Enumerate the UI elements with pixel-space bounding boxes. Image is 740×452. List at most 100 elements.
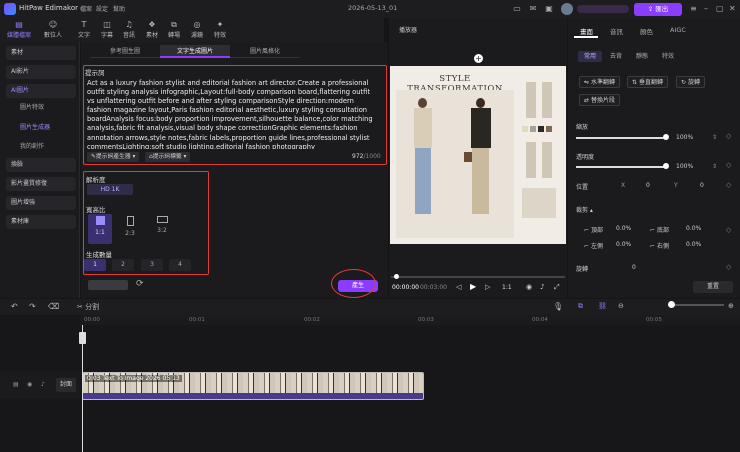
tool-transition[interactable]: ⧉ 轉場 <box>163 19 185 41</box>
rotate-input[interactable]: 0 <box>632 264 636 271</box>
tool-avatar[interactable]: ☺ 數位人 <box>42 19 64 41</box>
export-button[interactable]: ⇪ 匯出 <box>634 3 682 16</box>
volume-icon[interactable]: ♪ <box>540 283 544 291</box>
subtab-remove-bg[interactable]: 去背 <box>604 51 628 62</box>
scale-value[interactable]: 100% <box>676 134 693 141</box>
fullscreen-icon[interactable]: ⤢ <box>554 283 560 292</box>
aspect-3-2[interactable]: 3:2 <box>150 214 174 244</box>
timeline-clip[interactable]: 0:03 Text To Image 2026 05 13 <box>82 372 424 400</box>
x-input[interactable]: 0 <box>646 182 650 189</box>
aspect-2-3[interactable]: 2:3 <box>118 214 142 244</box>
playhead[interactable] <box>82 325 83 452</box>
undo-icon[interactable]: ↶ <box>11 302 18 311</box>
count-4[interactable]: 4 <box>169 259 191 271</box>
tool-media[interactable]: ▤ 媒體檔案 <box>6 19 32 41</box>
tab-picture[interactable]: 畫面 <box>580 26 593 36</box>
track-visible-icon[interactable]: ◉ <box>27 381 32 388</box>
zoom-knob[interactable] <box>668 301 675 308</box>
sidebar-item-image-generator[interactable]: 圖片生成器 <box>6 121 76 135</box>
playhead-handle[interactable] <box>79 332 86 344</box>
tab-color[interactable]: 顏色 <box>640 26 653 36</box>
position-keyframe-icon[interactable]: ◇ <box>726 181 731 189</box>
monitor-icon[interactable]: ▭ <box>512 4 522 14</box>
sidebar-item-my-creations[interactable]: 我的創作 <box>6 140 76 154</box>
cover-button[interactable]: 封面 <box>56 378 76 392</box>
refresh-icon[interactable]: ⟳ <box>136 279 144 289</box>
zoom-out-icon[interactable]: ⊖ <box>618 302 624 310</box>
track-audio-icon[interactable]: ♪ <box>41 381 45 388</box>
opacity-value[interactable]: 100% <box>676 163 693 170</box>
tab-image-stylize[interactable]: 圖片風格化 <box>230 45 300 58</box>
playback-progress[interactable] <box>391 276 565 278</box>
prompt-generator-button[interactable]: ✎提示詞產生器 ▾ <box>87 152 140 162</box>
opacity-keyframe-icon[interactable]: ◇ <box>726 161 731 169</box>
tab-text-to-image[interactable]: 文字生成圖片 <box>160 45 230 58</box>
zoom-slider[interactable] <box>669 304 724 306</box>
sidebar-item-ai-image[interactable]: AI圖片 <box>6 84 76 98</box>
membership-badge[interactable] <box>577 5 629 13</box>
crop-keyframe-icon[interactable]: ◇ <box>726 226 731 234</box>
close-icon[interactable]: ✕ <box>729 4 736 13</box>
count-1[interactable]: 1 <box>84 259 106 271</box>
menu-file[interactable]: 檔案 <box>80 4 92 13</box>
play-icon[interactable]: ▶ <box>470 282 476 291</box>
flip-vertical-button[interactable]: ⇅ 垂直翻轉 <box>627 76 668 88</box>
subtab-common[interactable]: 常用 <box>578 51 602 62</box>
tool-subtitle[interactable]: ◫ 字幕 <box>96 19 118 41</box>
tool-assets[interactable]: ❖ 素材 <box>141 19 163 41</box>
opacity-slider[interactable] <box>576 166 666 168</box>
tab-audio[interactable]: 音訊 <box>610 26 623 36</box>
crop-top-value[interactable]: 0.0% <box>616 225 631 232</box>
scale-knob[interactable] <box>663 134 669 140</box>
rotate-keyframe-icon[interactable]: ◇ <box>726 263 731 271</box>
mic-icon[interactable]: 🎙 <box>553 302 563 311</box>
scale-keyframe-icon[interactable]: ◇ <box>726 132 731 140</box>
crop-right-value[interactable]: 0.0% <box>686 241 701 248</box>
prev-frame-icon[interactable]: ◁ <box>456 283 461 291</box>
scale-stepper-icon[interactable]: ⇕ <box>712 134 717 141</box>
mail-icon[interactable]: ✉ <box>528 4 538 14</box>
crop-label[interactable]: 裁剪 ▴ <box>576 205 593 214</box>
tab-aigc[interactable]: AIGC <box>670 26 686 34</box>
opacity-knob[interactable] <box>663 163 669 169</box>
tool-effects[interactable]: ✦ 特效 <box>209 19 231 41</box>
sidebar-item-ai-video[interactable]: AI影片 <box>6 65 76 79</box>
opacity-stepper-icon[interactable]: ⇕ <box>712 163 717 170</box>
sidebar-item-face-swap[interactable]: 換臉 <box>6 158 76 172</box>
prompt-tags-button[interactable]: ⌂提示詞標籤 ▾ <box>145 152 191 162</box>
replace-clip-button[interactable]: ⇄ 替換片段 <box>579 94 620 106</box>
aspect-1-1[interactable]: 1:1 <box>88 214 112 244</box>
minimize-icon[interactable]: – <box>704 4 708 13</box>
magnet-icon[interactable]: ⧉ <box>578 302 583 311</box>
sidebar-item-library[interactable]: 素材庫 <box>6 215 76 229</box>
crop-left-value[interactable]: 0.0% <box>616 241 631 248</box>
sidebar-item-video-enhance[interactable]: 影片畫質修復 <box>6 177 76 191</box>
progress-handle[interactable] <box>394 274 399 279</box>
reset-button[interactable]: 重置 <box>693 281 733 293</box>
sidebar-item-image-effects[interactable]: 圖片特效 <box>6 101 76 115</box>
count-2[interactable]: 2 <box>112 259 134 271</box>
add-icon[interactable]: + <box>474 54 483 63</box>
tool-audio[interactable]: ♫ 音訊 <box>118 19 140 41</box>
redo-icon[interactable]: ↷ <box>29 302 36 311</box>
speed-select[interactable]: 1:1 <box>502 284 512 291</box>
snapshot-icon[interactable]: ◉ <box>526 283 532 291</box>
flip-horizontal-button[interactable]: ⇋ 水準翻轉 <box>579 76 620 88</box>
link-icon[interactable]: ⛓ <box>598 302 607 310</box>
menu-help[interactable]: 幫助 <box>113 4 125 13</box>
prompt-textarea[interactable]: Act as a luxury fashion stylist and edit… <box>87 79 378 149</box>
gift-icon[interactable]: ▣ <box>544 4 554 14</box>
crop-bottom-value[interactable]: 0.0% <box>686 225 701 232</box>
menu-settings[interactable]: 設定 <box>96 4 108 13</box>
sidebar-item-image-enhance[interactable]: 圖片增強 <box>6 196 76 210</box>
user-avatar[interactable] <box>561 3 573 15</box>
maximize-icon[interactable]: ▢ <box>716 4 724 13</box>
resolution-select[interactable]: HD 1K <box>87 184 133 195</box>
tool-filter[interactable]: ◎ 濾鏡 <box>186 19 208 41</box>
subtab-effects[interactable]: 特效 <box>656 51 680 62</box>
split-button[interactable]: ✂ 分割 <box>77 302 99 312</box>
y-input[interactable]: 0 <box>700 182 704 189</box>
count-3[interactable]: 3 <box>141 259 163 271</box>
rotate-button[interactable]: ↻ 旋轉 <box>676 76 705 88</box>
scale-slider[interactable] <box>576 137 666 139</box>
